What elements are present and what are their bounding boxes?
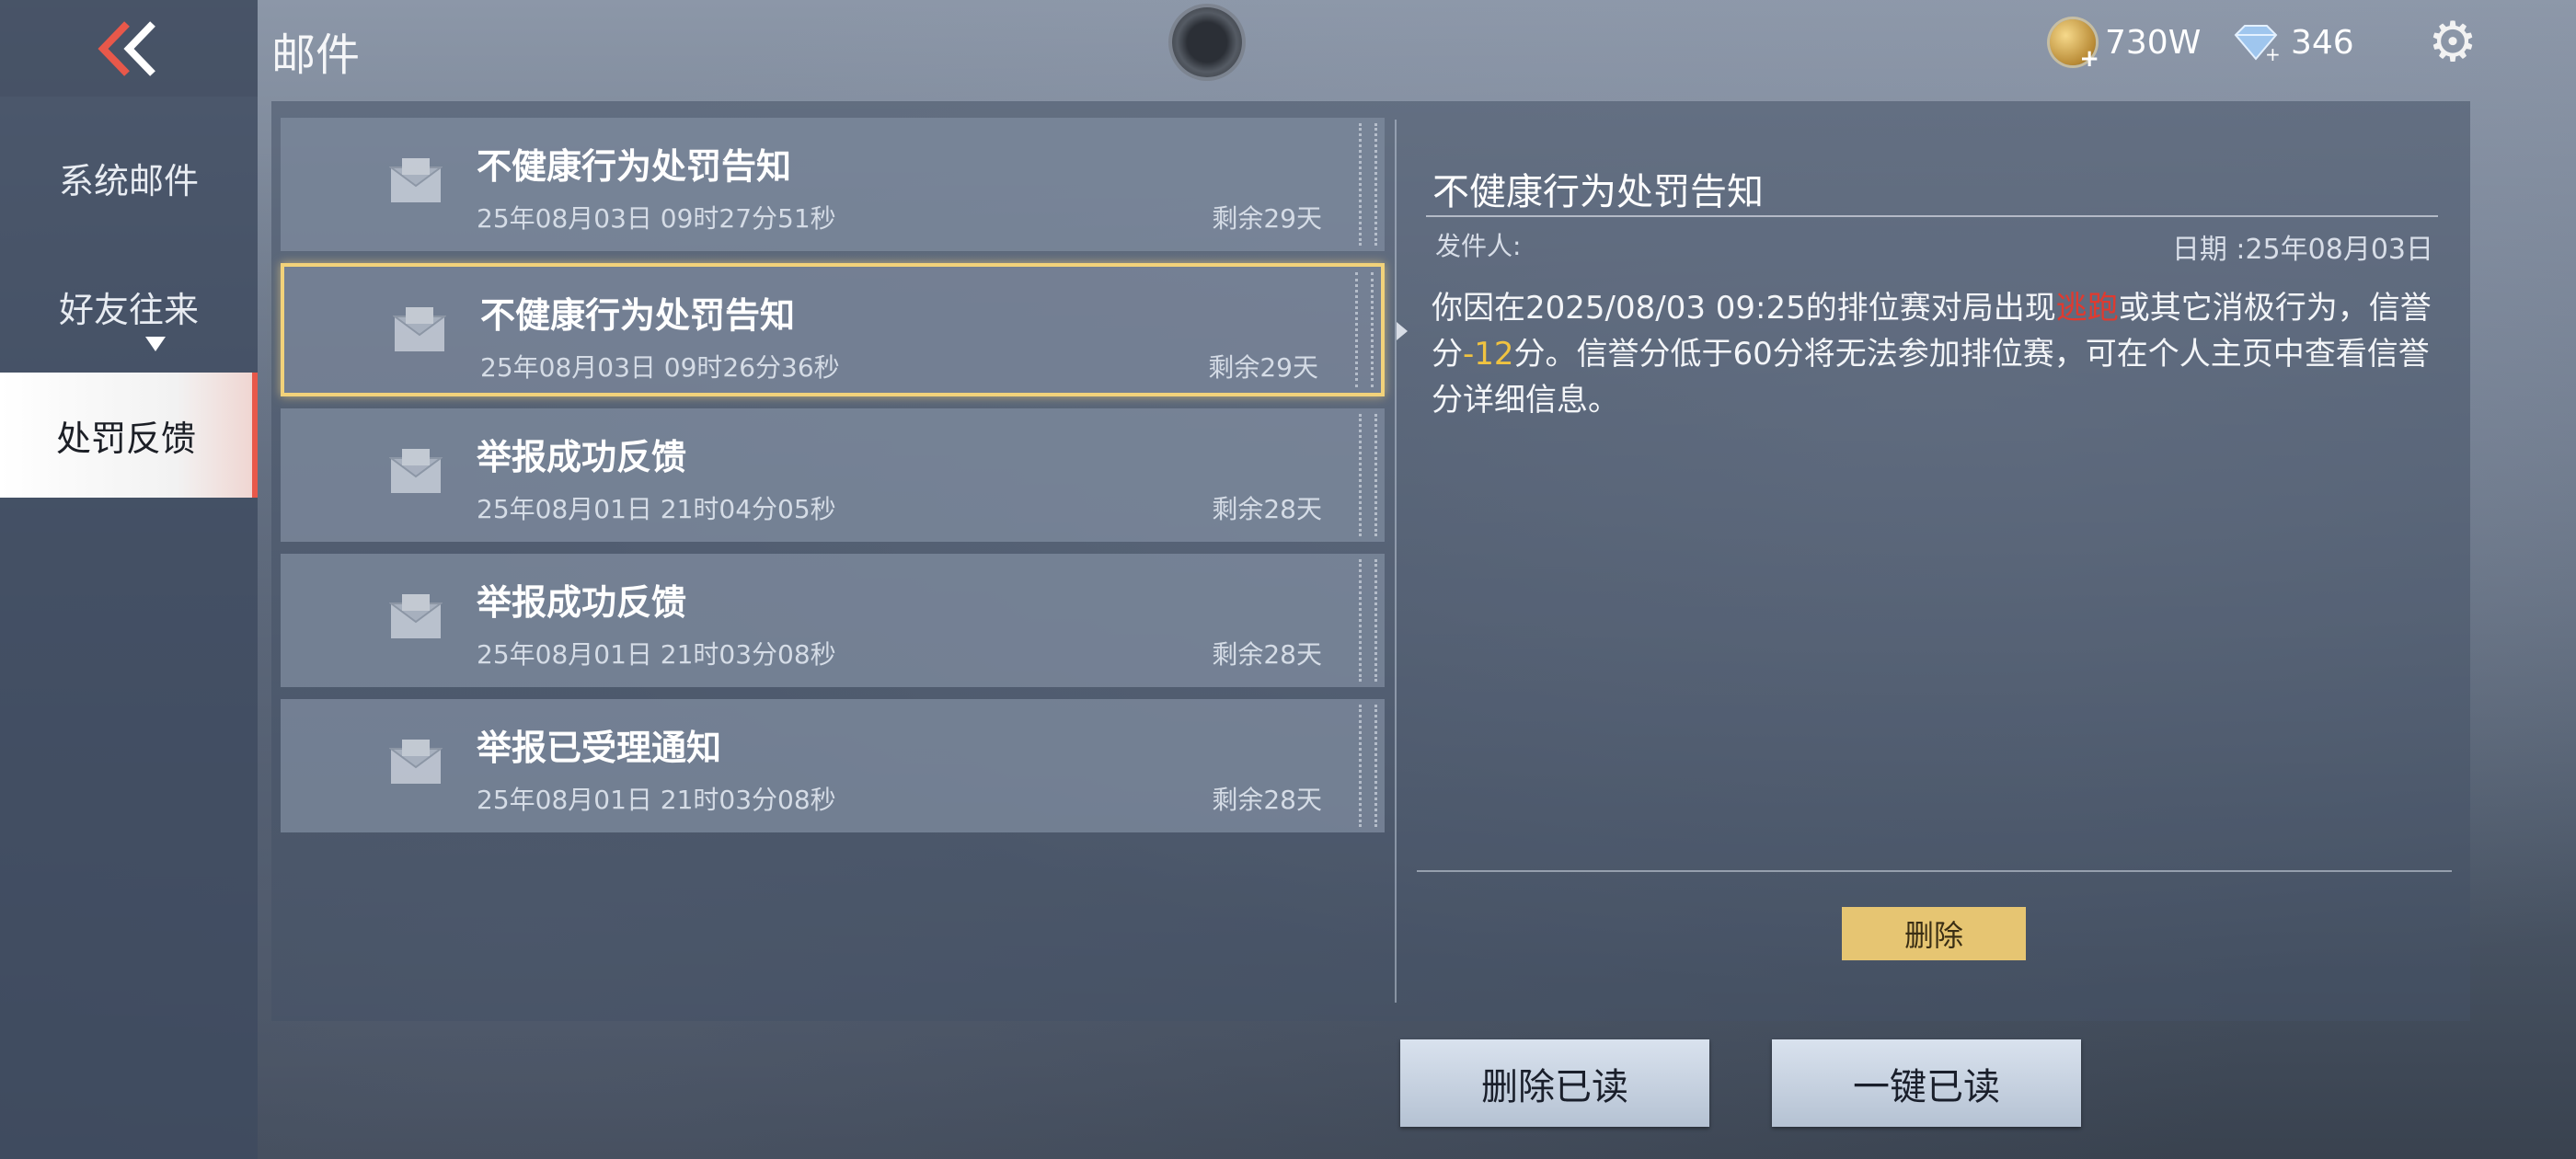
delete-read-button[interactable]: 删除已读 bbox=[1400, 1039, 1709, 1127]
gold-amount: 730W bbox=[2105, 23, 2202, 62]
double-chevron-left-icon bbox=[98, 20, 155, 76]
item-edge-decoration bbox=[1359, 705, 1377, 827]
selection-caret-icon bbox=[1397, 322, 1408, 340]
envelope-icon bbox=[393, 307, 446, 351]
envelope-icon bbox=[389, 594, 443, 638]
mail-item[interactable]: 不健康行为处罚告知 25年08月03日 09时27分51秒 剩余29天 bbox=[281, 118, 1385, 251]
sidebar-item-label: 处罚反馈 bbox=[55, 418, 196, 459]
mail-title: 不健康行为处罚告知 bbox=[477, 146, 792, 187]
body-highlight-yellow: -12 bbox=[1463, 336, 1514, 373]
sidebar: 系统邮件 好友往来 处罚反馈 bbox=[0, 97, 258, 1159]
envelope-icon bbox=[389, 449, 443, 493]
mail-date: 25年08月03日 09时27分51秒 bbox=[477, 203, 836, 234]
sidebar-item-system-mail[interactable]: 系统邮件 bbox=[0, 115, 258, 240]
mail-title: 不健康行为处罚告知 bbox=[480, 295, 796, 336]
mark-all-read-button[interactable]: 一键已读 bbox=[1772, 1039, 2081, 1127]
mail-item-selected[interactable]: 不健康行为处罚告知 25年08月03日 09时26分36秒 剩余29天 bbox=[281, 263, 1385, 396]
mail-date: 25年08月01日 21时03分08秒 bbox=[477, 785, 836, 815]
item-edge-decoration bbox=[1359, 414, 1377, 536]
mail-item[interactable]: 举报成功反馈 25年08月01日 21时03分08秒 剩余28天 bbox=[281, 554, 1385, 687]
mail-remaining: 剩余29天 bbox=[1212, 203, 1322, 234]
mail-title: 举报成功反馈 bbox=[477, 437, 687, 477]
delete-mail-button[interactable]: 删除 bbox=[1842, 907, 2026, 960]
body-text: 分。信誉分低于60分将无法参加排位赛，可在个人主页中查看信誉分详细信息。 bbox=[1432, 336, 2430, 419]
item-edge-decoration bbox=[1355, 272, 1374, 387]
mail-date: 25年08月03日 09时26分36秒 bbox=[480, 352, 840, 383]
detail-title: 不健康行为处罚告知 bbox=[1432, 171, 1764, 213]
mail-remaining: 剩余28天 bbox=[1212, 494, 1322, 524]
settings-gear-icon[interactable]: ⚙ bbox=[2423, 10, 2482, 75]
detail-title-underline bbox=[1426, 215, 2438, 217]
item-edge-decoration bbox=[1359, 559, 1377, 682]
item-edge-decoration bbox=[1359, 123, 1377, 246]
sidebar-item-friends[interactable]: 好友往来 bbox=[0, 244, 258, 369]
mail-title: 举报已受理通知 bbox=[477, 728, 722, 768]
body-highlight-red: 逃跑 bbox=[2055, 290, 2119, 327]
camera-button[interactable] bbox=[1172, 7, 1242, 77]
detail-sender-label: 发件人: bbox=[1435, 231, 1522, 261]
mail-item[interactable]: 举报成功反馈 25年08月01日 21时04分05秒 剩余28天 bbox=[281, 408, 1385, 542]
diamond-icon: + bbox=[2230, 22, 2282, 65]
body-text: 你因在2025/08/03 09:25的排位赛对局出现 bbox=[1432, 290, 2056, 327]
sidebar-item-label: 好友往来 bbox=[58, 289, 199, 330]
envelope-icon bbox=[389, 158, 443, 202]
detail-date: 日期 :25年08月03日 bbox=[2171, 234, 2433, 266]
detail-bottom-divider bbox=[1417, 870, 2452, 872]
mail-remaining: 剩余28天 bbox=[1212, 639, 1322, 670]
panel-divider bbox=[1395, 120, 1397, 1003]
page-title: 邮件 bbox=[271, 29, 361, 81]
sidebar-item-penalty-feedback[interactable]: 处罚反馈 bbox=[0, 373, 258, 498]
expand-arrow-icon bbox=[145, 337, 166, 351]
envelope-icon bbox=[389, 740, 443, 784]
detail-body: 你因在2025/08/03 09:25的排位赛对局出现逃跑或其它消极行为，信誉分… bbox=[1432, 285, 2453, 423]
mail-remaining: 剩余29天 bbox=[1208, 352, 1318, 383]
back-button[interactable] bbox=[0, 0, 258, 97]
mail-title: 举报成功反馈 bbox=[477, 582, 687, 623]
mail-date: 25年08月01日 21时03分08秒 bbox=[477, 639, 836, 670]
svg-text:+: + bbox=[2265, 43, 2281, 63]
mail-item[interactable]: 举报已受理通知 25年08月01日 21时03分08秒 剩余28天 bbox=[281, 699, 1385, 832]
mail-date: 25年08月01日 21时04分05秒 bbox=[477, 494, 836, 524]
gold-coin-icon bbox=[2050, 19, 2099, 73]
sidebar-item-label: 系统邮件 bbox=[58, 160, 199, 201]
diamond-amount: 346 bbox=[2291, 23, 2354, 62]
mail-remaining: 剩余28天 bbox=[1212, 785, 1322, 815]
diamond-currency[interactable]: + 346 bbox=[2230, 13, 2354, 72]
gold-currency[interactable]: 730W bbox=[2050, 13, 2202, 73]
